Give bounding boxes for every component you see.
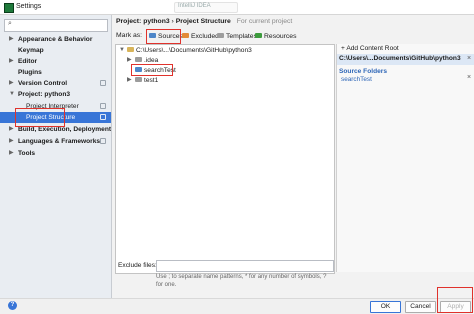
directory-tree: ▼ C:\Users\...\Documents\GitHub\python3 …: [115, 44, 335, 274]
sidebar-item-label: Keymap: [18, 47, 44, 54]
expand-arrow-icon[interactable]: ▶: [9, 148, 14, 159]
folder-icon: [127, 46, 134, 52]
expand-arrow-icon[interactable]: ▶: [9, 124, 14, 135]
remove-content-root-icon[interactable]: ×: [467, 55, 471, 62]
exclude-files-label: Exclude files:: [118, 262, 157, 269]
annotation-highlight-sources: [146, 29, 181, 44]
settings-sidebar: ⌕ ▶ Appearance & Behavior Keymap ▶ Edito…: [0, 15, 112, 298]
project-scope-icon: [100, 103, 106, 109]
tree-root-path: C:\Users\...\Documents\GitHub\python3: [136, 47, 252, 54]
folder-icon: [135, 76, 142, 82]
expand-arrow-icon[interactable]: ▶: [127, 76, 132, 85]
sidebar-item-keymap[interactable]: Keymap: [0, 45, 111, 56]
ok-button[interactable]: OK: [370, 301, 401, 313]
breadcrumb: Project: python3 › Project Structure For…: [116, 18, 292, 25]
app-icon: [4, 3, 14, 13]
mark-templates-label: Templates: [226, 33, 257, 40]
mark-resources-label: Resources: [264, 33, 297, 40]
tree-item-label: .idea: [144, 57, 159, 64]
content-root-path: C:\Users\...Documents\GitHub\python3: [339, 55, 461, 62]
annotation-highlight-apply: [437, 287, 473, 313]
resources-folder-icon: [255, 32, 262, 38]
mark-excluded-label: Excluded: [191, 33, 219, 40]
window-title: Settings: [16, 3, 42, 10]
sidebar-item-tools[interactable]: ▶ Tools: [0, 148, 111, 159]
source-folders-title: Source Folders: [339, 68, 388, 75]
add-content-root-button[interactable]: + Add Content Root: [341, 45, 399, 52]
breadcrumb-separator: ›: [171, 18, 174, 25]
annotation-highlight-project-structure: [15, 108, 65, 127]
tree-item-label: test1: [144, 77, 159, 84]
expand-arrow-icon[interactable]: ▶: [9, 34, 14, 45]
sidebar-item-label: Plugins: [18, 69, 42, 76]
sidebar-item-label: Version Control: [18, 80, 68, 87]
folder-icon: [135, 56, 142, 62]
mark-as-label: Mark as:: [116, 32, 143, 39]
content-root-panel: + Add Content Root C:\Users\...Documents…: [336, 44, 474, 272]
collapse-arrow-icon[interactable]: ▼: [9, 89, 15, 100]
sidebar-item-editor[interactable]: ▶ Editor: [0, 56, 111, 67]
excluded-folder-icon: [182, 32, 189, 38]
source-folder-item[interactable]: searchTest: [341, 76, 372, 83]
sidebar-item-label: Editor: [18, 58, 38, 65]
project-scope-icon: [100, 80, 106, 86]
dialog-footer: ? OK Cancel Apply: [0, 287, 474, 314]
expand-arrow-icon[interactable]: ▶: [9, 78, 14, 89]
sidebar-item-label: Tools: [18, 150, 36, 157]
collapse-arrow-icon[interactable]: ▼: [119, 46, 125, 55]
breadcrumb-project: Project: python3: [116, 18, 170, 25]
breadcrumb-page: Project Structure: [175, 18, 231, 25]
exclude-files-hint: Use ; to separate name patterns, * for a…: [156, 274, 327, 288]
settings-search-input[interactable]: ⌕: [4, 19, 108, 32]
expand-arrow-icon[interactable]: ▶: [9, 56, 14, 67]
mark-resources-button[interactable]: Resources: [255, 31, 297, 42]
mark-excluded-button[interactable]: Excluded: [182, 31, 219, 42]
content-root-path-row[interactable]: C:\Users\...Documents\GitHub\python3 ×: [337, 54, 474, 65]
sidebar-item-languages[interactable]: ▶ Languages & Frameworks: [0, 136, 111, 147]
sidebar-item-label: Appearance & Behavior: [18, 36, 93, 43]
expand-arrow-icon[interactable]: ▶: [9, 136, 14, 147]
remove-source-folder-icon[interactable]: ×: [467, 74, 471, 81]
help-icon[interactable]: ?: [8, 301, 17, 310]
sidebar-item-plugins[interactable]: Plugins: [0, 67, 111, 78]
project-scope-icon: [100, 138, 106, 144]
breadcrumb-scope-note: For current project: [236, 18, 293, 25]
mark-templates-button[interactable]: Templates: [217, 31, 257, 42]
sidebar-item-label: Languages & Frameworks: [18, 138, 101, 145]
search-icon: ⌕: [8, 20, 12, 27]
templates-folder-icon: [217, 32, 224, 38]
sidebar-item-appearance[interactable]: ▶ Appearance & Behavior: [0, 34, 111, 45]
title-bar: Settings IntelliJ IDEA: [0, 0, 474, 15]
sidebar-item-project[interactable]: ▼ Project: python3: [0, 89, 111, 100]
annotation-highlight-searchtest: [131, 64, 173, 76]
sidebar-item-version-control[interactable]: ▶ Version Control: [0, 78, 111, 89]
project-scope-icon: [100, 114, 106, 120]
background-window-text: IntelliJ IDEA: [178, 3, 211, 9]
exclude-files-input[interactable]: [156, 260, 334, 272]
cancel-button[interactable]: Cancel: [405, 301, 436, 313]
sidebar-item-label: Project: python3: [18, 91, 71, 98]
project-structure-panel: Project: python3 › Project Structure For…: [112, 15, 474, 298]
